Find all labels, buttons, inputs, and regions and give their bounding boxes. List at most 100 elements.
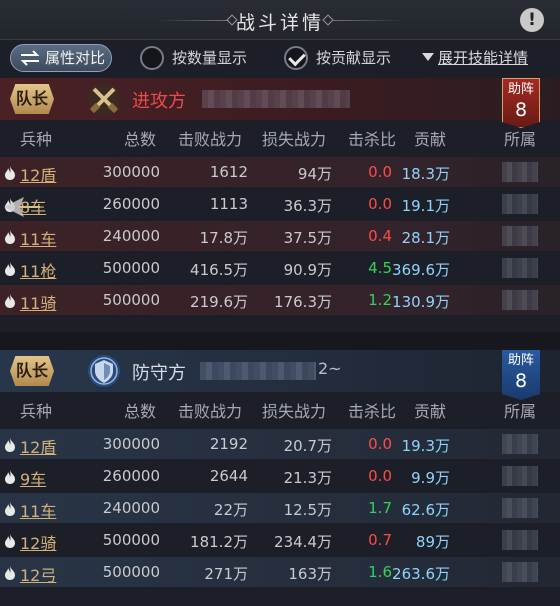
total-value: 240000 xyxy=(102,499,160,517)
by-quantity-label: 按数量显示 xyxy=(172,49,248,67)
lost-power-value: 20.7万 xyxy=(283,437,332,455)
leader-badge: 队长 xyxy=(10,84,54,114)
owner-avatar-blurred[interactable] xyxy=(502,290,538,310)
table-row: 12弓 500000 271万 163万 1.6 263.6万 xyxy=(0,557,560,587)
assist-count: 8 xyxy=(514,370,528,392)
defender-player-name-blurred xyxy=(200,362,316,380)
expand-skill-details-link[interactable]: 展开技能详情 xyxy=(422,45,528,71)
total-value: 500000 xyxy=(102,563,160,581)
defender-assist-flag[interactable]: 助阵 8 xyxy=(502,350,540,400)
col-contribution: 贡献 xyxy=(414,402,447,421)
attacker-assist-flag[interactable]: 助阵 8 xyxy=(502,78,540,128)
total-value: 500000 xyxy=(102,531,160,549)
table-row: 8车 260000 1113 36.3万 0.0 19.1万 xyxy=(0,189,560,219)
compare-attributes-button[interactable]: 属性对比 xyxy=(10,44,112,72)
lost-power-value: 37.5万 xyxy=(283,229,332,247)
owner-avatar-blurred[interactable] xyxy=(502,194,538,214)
defeated-power-value: 1113 xyxy=(209,195,248,213)
owner-avatar-blurred[interactable] xyxy=(502,562,538,582)
unit-type-link[interactable]: 11车 xyxy=(20,226,56,250)
lost-power-value: 90.9万 xyxy=(283,261,332,279)
sword-cursor-icon xyxy=(4,197,40,217)
contribution-value: 28.1万 xyxy=(401,229,450,247)
total-value: 240000 xyxy=(102,227,160,245)
toolbar: 属性对比 按数量显示 按贡献显示 展开技能详情 xyxy=(0,40,560,76)
contribution-value: 130.9万 xyxy=(392,293,450,311)
section-divider xyxy=(0,332,560,350)
attacker-player-name-blurred xyxy=(202,90,350,108)
total-value: 300000 xyxy=(102,163,160,181)
kill-ratio-value: 0.4 xyxy=(368,227,392,245)
attacker-side-name: 进攻方 xyxy=(132,91,186,112)
unit-type-link[interactable]: 12弓 xyxy=(20,562,56,586)
defender-column-header: 兵种 总数 击败战力 损失战力 击杀比 贡献 所属 xyxy=(0,394,560,424)
total-value: 500000 xyxy=(102,259,160,277)
by-quantity-toggle[interactable]: 按数量显示 xyxy=(140,45,260,71)
defender-name-tail: 2~ xyxy=(318,359,342,378)
defeated-power-value: 22万 xyxy=(213,501,248,519)
contribution-value: 263.6万 xyxy=(392,565,450,583)
owner-avatar-blurred[interactable] xyxy=(502,530,538,550)
by-contribution-label: 按贡献显示 xyxy=(316,49,392,67)
unit-type-link[interactable]: 11骑 xyxy=(20,290,56,314)
leader-badge: 队长 xyxy=(10,356,54,386)
table-row: 11车 240000 17.8万 37.5万 0.4 28.1万 xyxy=(0,221,560,251)
unit-type-link[interactable]: 12骑 xyxy=(20,530,56,554)
kill-ratio-value: 1.6 xyxy=(368,563,392,581)
kill-ratio-value: 0.0 xyxy=(368,195,392,213)
unit-type-link[interactable]: 12盾 xyxy=(20,162,56,186)
flame-icon xyxy=(5,470,15,484)
flame-icon xyxy=(5,166,15,180)
kill-ratio-value: 1.2 xyxy=(368,291,392,309)
contribution-value: 89万 xyxy=(415,533,450,551)
col-defeated: 击败战力 xyxy=(178,130,243,149)
defeated-power-value: 416.5万 xyxy=(190,261,248,279)
col-defeated: 击败战力 xyxy=(178,402,243,421)
defeated-power-value: 1612 xyxy=(209,163,248,181)
attacker-header: 队长 进攻方 助阵 8 xyxy=(0,78,560,128)
expand-label: 展开技能详情 xyxy=(438,49,529,67)
col-owner: 所属 xyxy=(504,402,537,421)
owner-avatar-blurred[interactable] xyxy=(502,226,538,246)
by-contribution-toggle[interactable]: 按贡献显示 xyxy=(284,45,404,71)
owner-avatar-blurred[interactable] xyxy=(502,498,538,518)
table-row: 12盾 300000 1612 94万 0.0 18.3万 xyxy=(0,157,560,187)
total-value: 260000 xyxy=(102,467,160,485)
lost-power-value: 176.3万 xyxy=(274,293,332,311)
contribution-value: 9.9万 xyxy=(411,469,450,487)
total-value: 500000 xyxy=(102,291,160,309)
flame-icon xyxy=(5,566,15,580)
table-row: 11车 240000 22万 12.5万 1.7 62.6万 xyxy=(0,493,560,523)
unit-type-link[interactable]: 11枪 xyxy=(20,258,56,282)
unit-type-link[interactable]: 11车 xyxy=(20,498,56,522)
col-total: 总数 xyxy=(124,130,157,149)
total-value: 300000 xyxy=(102,435,160,453)
lost-power-value: 21.3万 xyxy=(283,469,332,487)
info-icon[interactable]: ! xyxy=(520,8,544,32)
unit-type-link[interactable]: 12盾 xyxy=(20,434,56,458)
table-row: 11骑 500000 219.6万 176.3万 1.2 130.9万 xyxy=(0,285,560,315)
compare-label: 属性对比 xyxy=(45,49,106,67)
table-row: 12骑 500000 181.2万 234.4万 0.7 89万 xyxy=(0,525,560,555)
col-ratio: 击杀比 xyxy=(348,402,397,421)
swap-arrows-icon xyxy=(20,50,40,66)
col-lost: 损失战力 xyxy=(262,402,327,421)
lost-power-value: 163万 xyxy=(288,565,332,583)
unit-type-link[interactable]: 9车 xyxy=(20,466,46,490)
page-title: 战斗详情 xyxy=(235,12,324,34)
table-row: 12盾 300000 2192 20.7万 0.0 19.3万 xyxy=(0,429,560,459)
defeated-power-value: 219.6万 xyxy=(190,293,248,311)
flame-icon xyxy=(5,502,15,516)
title-ornament-right xyxy=(332,20,402,21)
flame-icon xyxy=(5,262,15,276)
shield-icon xyxy=(88,355,120,387)
col-lost: 损失战力 xyxy=(262,130,327,149)
flame-icon xyxy=(5,230,15,244)
owner-avatar-blurred[interactable] xyxy=(502,434,538,454)
contribution-value: 19.3万 xyxy=(401,437,450,455)
kill-ratio-value: 0.7 xyxy=(368,531,392,549)
owner-avatar-blurred[interactable] xyxy=(502,162,538,182)
owner-avatar-blurred[interactable] xyxy=(502,258,538,278)
owner-avatar-blurred[interactable] xyxy=(502,466,538,486)
lost-power-value: 234.4万 xyxy=(274,533,332,551)
